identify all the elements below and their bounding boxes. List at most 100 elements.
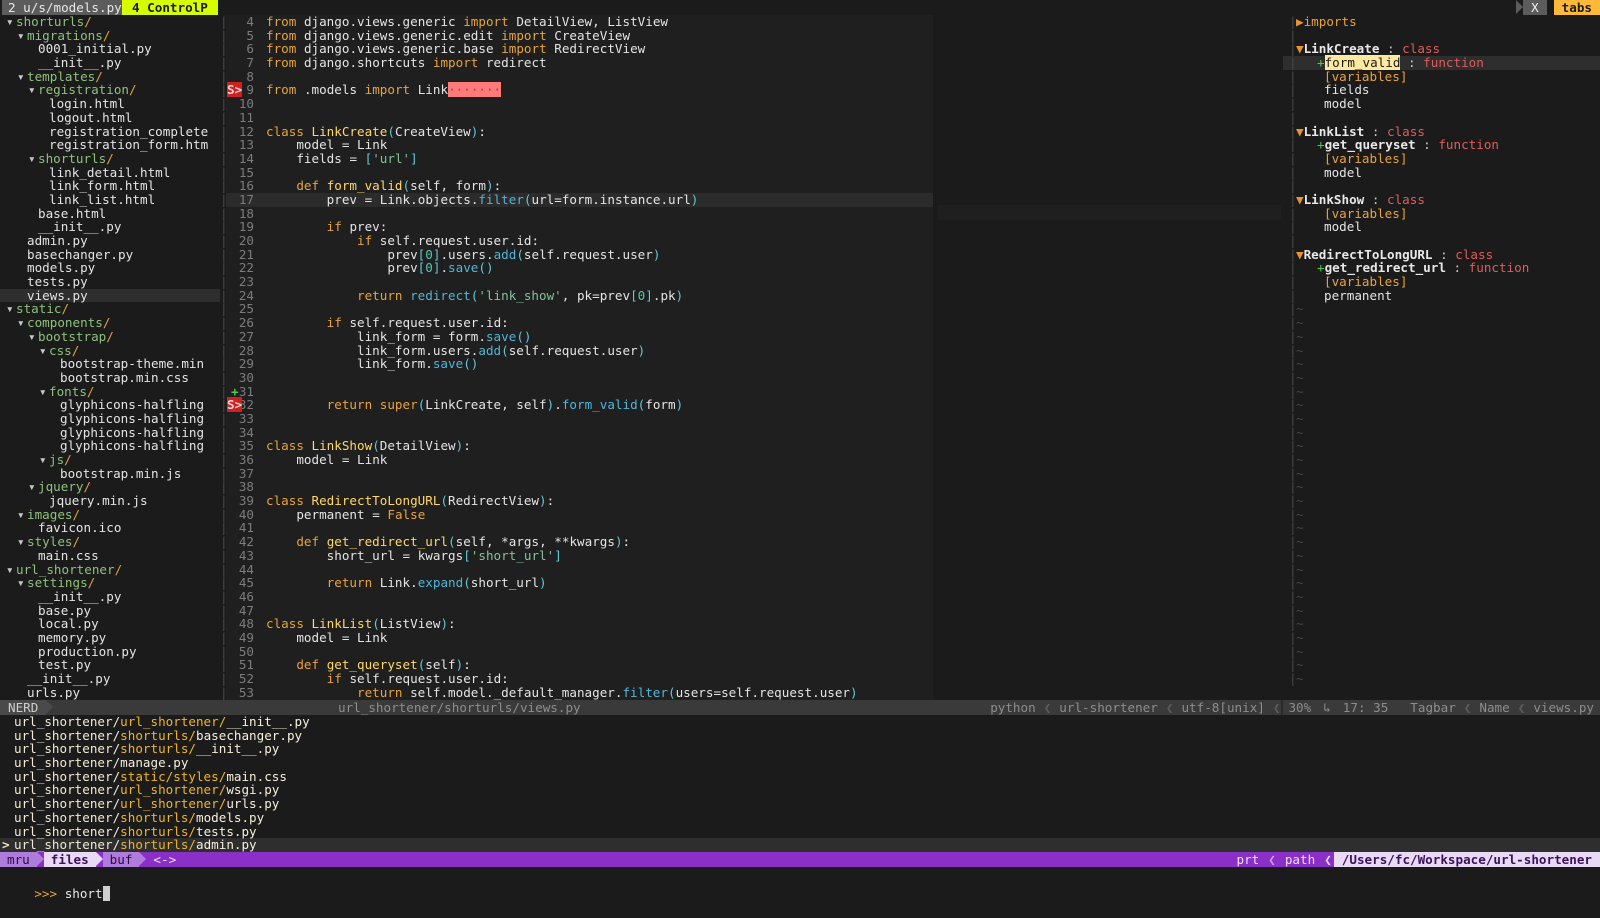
tagbar-row[interactable]: |[variables] (1283, 70, 1600, 84)
nerdtree-file-row[interactable]: production.py (0, 645, 220, 659)
tagbar-row[interactable]: |permanent (1283, 289, 1600, 303)
nerdtree-file-row[interactable]: bootstrap.min.css (0, 371, 220, 385)
tagbar-variable-name[interactable]: permanent (1324, 288, 1392, 303)
nerdtree-fold-icon[interactable]: ▾ (28, 83, 38, 97)
ctrlp-mode-files[interactable]: files (44, 852, 96, 867)
tab-controlp[interactable]: 4 ControlP (122, 0, 218, 15)
nerdtree-file-row[interactable]: urls.py (0, 686, 220, 700)
ctrlp-result-row[interactable]: url_shortener/static/styles/main.css (0, 770, 1600, 784)
nerdtree-directory-row[interactable]: ▾jquery/ (0, 480, 220, 494)
secondary-window-pane[interactable] (938, 15, 1281, 700)
nerdtree-file-row[interactable]: views.py (0, 289, 220, 303)
nerdtree-fold-icon[interactable]: ▾ (17, 576, 27, 590)
tagbar-row[interactable]: |+form_valid : function (1283, 56, 1600, 70)
ctrlp-result-row[interactable]: url_shortener/url_shortener/__init__.py (0, 715, 1600, 729)
nerdtree-fold-icon[interactable]: ▾ (28, 330, 38, 344)
nerdtree-fold-icon[interactable]: ▾ (28, 480, 38, 494)
tagbar-variable-name[interactable]: model (1324, 219, 1362, 234)
nerdtree-file-row[interactable]: 0001_initial.py (0, 42, 220, 56)
ctrlp-result-row[interactable]: url_shortener/shorturls/__init__.py (0, 742, 1600, 756)
nerdtree-file-row[interactable]: login.html (0, 97, 220, 111)
ctrlp-result-row[interactable]: url_shortener/shorturls/models.py (0, 811, 1600, 825)
ctrlp-result-row[interactable]: url_shortener/manage.py (0, 756, 1600, 770)
nerdtree-fold-icon[interactable]: ▾ (17, 508, 27, 522)
nerdtree-fold-icon[interactable]: ▾ (6, 15, 16, 29)
tagbar-row[interactable]: |▼LinkShow : class (1283, 193, 1600, 207)
nerdtree-file-row[interactable]: __init__.py (0, 590, 220, 604)
tagbar-row[interactable]: | (1283, 29, 1600, 43)
nerdtree-directory-row[interactable]: ▾fonts/ (0, 385, 220, 399)
nerdtree-directory-row[interactable]: ▾styles/ (0, 535, 220, 549)
tagbar-variable-name[interactable]: model (1324, 165, 1362, 180)
ctrlp-result-row[interactable]: >url_shortener/shorturls/admin.py (0, 838, 1600, 852)
tagbar-variable-name[interactable]: model (1324, 96, 1362, 111)
nerdtree-directory-row[interactable]: ▾components/ (0, 316, 220, 330)
nerdtree-sidebar[interactable]: ▾shorturls/▾migrations/0001_initial.py__… (0, 15, 220, 700)
ctrlp-result-row[interactable]: url_shortener/shorturls/basechanger.py (0, 729, 1600, 743)
nerdtree-file-row[interactable]: __init__.py (0, 672, 220, 686)
nerdtree-file-row[interactable]: models.py (0, 261, 220, 275)
tagbar-row[interactable]: |[variables] (1283, 275, 1600, 289)
nerdtree-fold-icon[interactable]: ▾ (6, 563, 16, 577)
nerdtree-directory-row[interactable]: ▾shorturls/ (0, 152, 220, 166)
tagbar-row[interactable]: |▶imports (1283, 15, 1600, 29)
nerdtree-fold-icon[interactable]: ▾ (39, 385, 49, 399)
ctrlp-result-row[interactable]: url_shortener/url_shortener/wsgi.py (0, 783, 1600, 797)
nerdtree-file-row[interactable]: admin.py (0, 234, 220, 248)
nerdtree-file-row[interactable]: link_detail.html (0, 166, 220, 180)
tagbar-fold-icon[interactable]: ▼ (1296, 124, 1304, 139)
tagbar-fold-icon[interactable]: ▶ (1296, 15, 1304, 29)
nerdtree-directory-row[interactable]: ▾migrations/ (0, 29, 220, 43)
nerdtree-file-row[interactable]: logout.html (0, 111, 220, 125)
nerdtree-file-row[interactable]: test.py (0, 658, 220, 672)
nerdtree-fold-icon[interactable]: ▾ (17, 70, 27, 84)
nerdtree-directory-row[interactable]: ▾js/ (0, 453, 220, 467)
nerdtree-fold-icon[interactable]: ▾ (39, 344, 49, 358)
ctrlp-mode-buf[interactable]: buf (103, 852, 140, 867)
ctrlp-prompt[interactable]: >>> short (0, 867, 1600, 903)
nerdtree-file-row[interactable]: base.html (0, 207, 220, 221)
nerdtree-file-row[interactable]: favicon.ico (0, 521, 220, 535)
nerdtree-file-row[interactable]: link_list.html (0, 193, 220, 207)
prompt-input[interactable]: short (65, 886, 103, 901)
nerdtree-fold-icon[interactable]: ▾ (17, 29, 27, 43)
tagbar-fold-icon[interactable]: ▼ (1296, 41, 1304, 56)
tagbar-row[interactable]: | (1283, 234, 1600, 248)
nerdtree-file-row[interactable]: basechanger.py (0, 248, 220, 262)
tagbar-panel[interactable]: |▶imports||▼LinkCreate : class|+form_val… (1283, 15, 1600, 700)
nerdtree-file-row[interactable]: __init__.py (0, 56, 220, 70)
tagbar-row[interactable]: |model (1283, 97, 1600, 111)
ctrlp-result-row[interactable]: url_shortener/url_shortener/urls.py (0, 797, 1600, 811)
close-tab-button[interactable]: X (1523, 0, 1547, 15)
ctrlp-result-row[interactable]: url_shortener/shorturls/tests.py (0, 825, 1600, 839)
tagbar-fold-icon[interactable]: ▼ (1296, 247, 1304, 262)
nerdtree-fold-icon[interactable]: ▾ (39, 453, 49, 467)
nerdtree-directory-row[interactable]: ▾static/ (0, 302, 220, 316)
tagbar-row[interactable]: |[variables] (1283, 152, 1600, 166)
tab-models-py[interactable]: 2 u/s/models.py (2, 0, 128, 15)
nerdtree-file-row[interactable]: glyphicons-halfling (0, 398, 220, 412)
tagbar-row[interactable]: |fields (1283, 83, 1600, 97)
tagbar-row[interactable]: |+get_redirect_url : function (1283, 261, 1600, 275)
tagbar-row[interactable]: |▼LinkCreate : class (1283, 42, 1600, 56)
nerdtree-directory-row[interactable]: ▾templates/ (0, 70, 220, 84)
nerdtree-fold-icon[interactable]: ▾ (17, 535, 27, 549)
tagbar-row[interactable]: | (1283, 179, 1600, 193)
nerdtree-file-row[interactable]: main.css (0, 549, 220, 563)
tagbar-row[interactable]: |▼LinkList : class (1283, 125, 1600, 139)
tagbar-row[interactable]: |model (1283, 220, 1600, 234)
nerdtree-file-row[interactable]: bootstrap.min.js (0, 467, 220, 481)
nerdtree-file-row[interactable]: jquery.min.js (0, 494, 220, 508)
nerdtree-file-row[interactable]: link_form.html (0, 179, 220, 193)
nerdtree-file-row[interactable]: glyphicons-halfling (0, 412, 220, 426)
tagbar-row[interactable]: | (1283, 111, 1600, 125)
nerdtree-directory-row[interactable]: ▾images/ (0, 508, 220, 522)
nerdtree-file-row[interactable]: __init__.py (0, 220, 220, 234)
nerdtree-file-row[interactable]: registration_complete (0, 125, 220, 139)
nerdtree-file-row[interactable]: memory.py (0, 631, 220, 645)
ctrlp-mode-mru[interactable]: mru (0, 852, 37, 867)
nerdtree-file-row[interactable]: local.py (0, 617, 220, 631)
nerdtree-directory-row[interactable]: ▾url_shortener/ (0, 563, 220, 577)
nerdtree-directory-row[interactable]: ▾shorturls/ (0, 15, 220, 29)
nerdtree-directory-row[interactable]: ▾settings/ (0, 576, 220, 590)
